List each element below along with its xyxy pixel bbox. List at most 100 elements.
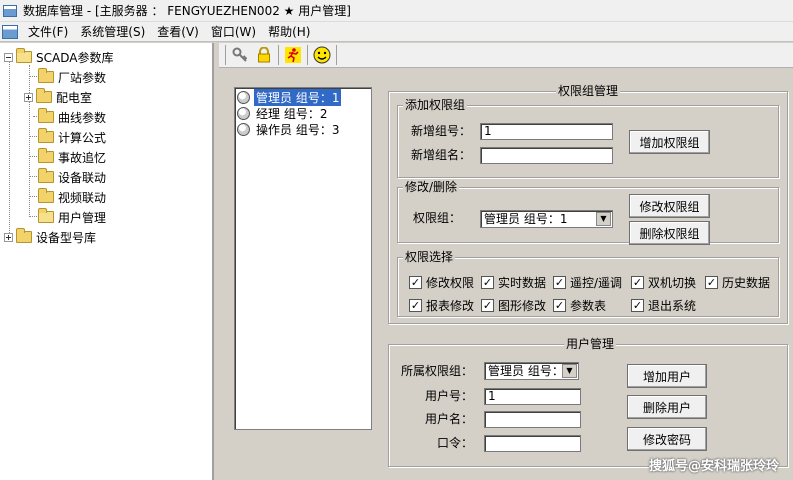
toolbar-separator <box>307 45 308 65</box>
user-mgmt-title: 用户管理 <box>564 337 617 351</box>
list-item[interactable]: 操作员 组号：3 <box>237 121 341 137</box>
checkbox-label: 图形修改 <box>498 299 547 313</box>
tree-node-device-model[interactable]: 设备型号库 <box>4 228 96 246</box>
tree-node-scada[interactable]: SCADA参数库 <box>4 48 113 66</box>
change-password-button[interactable]: 修改密码 <box>627 427 707 451</box>
tree-node-user-mgmt[interactable]: 用户管理 <box>38 208 106 226</box>
checkbox-label: 参数表 <box>570 299 607 313</box>
belong-group-label: 所属权限组： <box>401 364 474 378</box>
perm-checkbox[interactable]: ✓ 修改权限 <box>409 274 474 291</box>
checkbox-check-icon[interactable]: ✓ <box>553 299 566 312</box>
menu-help[interactable]: 帮助(H) <box>262 23 316 40</box>
perm-checkbox[interactable]: ✓ 图形修改 <box>481 297 546 314</box>
tree-line <box>29 136 37 137</box>
menu-view[interactable]: 查看(V) <box>151 23 205 40</box>
chevron-down-icon[interactable]: ▼ <box>562 364 577 378</box>
delete-user-button[interactable]: 删除用户 <box>627 395 707 419</box>
tree-node-label: 配电室 <box>56 90 93 105</box>
perm-checkbox[interactable]: ✓ 双机切换 <box>631 274 696 291</box>
tree-node-device-link[interactable]: 设备联动 <box>38 168 106 186</box>
folder-icon <box>36 88 52 103</box>
add-group-button[interactable]: 增加权限组 <box>629 130 710 154</box>
menu-system[interactable]: 系统管理(S) <box>74 23 151 40</box>
add-group-fieldset: 添加权限组 新增组号： 1 新增组名： 增加权限组 <box>397 98 779 178</box>
tree-node-video-link[interactable]: 视频联动 <box>38 188 106 206</box>
delete-group-button[interactable]: 删除权限组 <box>629 221 710 245</box>
user-id-input[interactable]: 1 <box>484 388 581 405</box>
new-group-id-input[interactable]: 1 <box>480 123 613 140</box>
tree-node-label: 设备型号库 <box>36 230 97 245</box>
folder-icon <box>38 68 54 83</box>
group-select[interactable]: 管理员 组号：1 ▼ <box>480 210 613 228</box>
chevron-down-icon[interactable]: ▼ <box>596 212 611 226</box>
menu-file[interactable]: 文件(F) <box>22 23 74 40</box>
checkbox-label: 遥控/遥调 <box>570 276 623 290</box>
perm-group-title: 权限组管理 <box>556 84 621 98</box>
tree-node-station[interactable]: 厂站参数 <box>38 68 106 86</box>
folder-open-icon <box>16 48 32 63</box>
perm-select-title: 权限选择 <box>403 250 456 264</box>
checkbox-check-icon[interactable]: ✓ <box>409 276 422 289</box>
new-group-id-label: 新增组号： <box>411 124 472 138</box>
list-item-label: 经理 组号：2 <box>256 106 328 121</box>
list-item[interactable]: 管理员 组号：1 <box>237 88 342 106</box>
group-list[interactable]: 管理员 组号：1 经理 组号：2 操作员 组号：3 <box>234 87 372 430</box>
tree-node-curve[interactable]: 曲线参数 <box>38 108 106 126</box>
checkbox-check-icon[interactable]: ✓ <box>631 276 644 289</box>
tree-node-accident[interactable]: 事故追忆 <box>38 148 106 166</box>
folder-icon <box>16 228 32 243</box>
belong-group-select[interactable]: 管理员 组号：1 ▼ <box>484 362 579 380</box>
checkbox-label: 实时数据 <box>498 276 547 290</box>
perm-checkbox[interactable]: ✓ 实时数据 <box>481 274 546 291</box>
perm-checkbox[interactable]: ✓ 遥控/遥调 <box>553 274 622 291</box>
perm-checkbox[interactable]: ✓ 退出系统 <box>631 297 696 314</box>
tree-node-formula[interactable]: 计算公式 <box>38 128 106 146</box>
perm-checkbox[interactable]: ✓ 历史数据 <box>705 274 770 291</box>
menu-window[interactable]: 窗口(W) <box>205 23 262 40</box>
tree-node-substation[interactable]: 配电室 <box>24 88 92 106</box>
perm-checkbox[interactable]: ✓ 报表修改 <box>409 297 474 314</box>
lock-icon[interactable] <box>252 44 276 66</box>
smiley-icon[interactable] <box>310 44 334 66</box>
folder-icon <box>38 148 54 163</box>
toolbar <box>219 43 793 68</box>
expand-icon[interactable] <box>4 232 13 242</box>
checkbox-check-icon[interactable]: ✓ <box>481 299 494 312</box>
new-group-name-input[interactable] <box>480 147 613 164</box>
title-bar: 数据库管理 - [主服务器 ： FENGYUEZHEN002 ★ 用户管理] <box>0 0 793 22</box>
key-icon[interactable] <box>228 44 252 66</box>
group-select-value: 管理员 组号：1 <box>484 212 568 226</box>
folder-icon <box>38 108 54 123</box>
user-group-icon <box>237 122 250 136</box>
tree-node-label: 曲线参数 <box>58 110 107 125</box>
menu-bar: 文件(F) 系统管理(S) 查看(V) 窗口(W) 帮助(H) <box>0 22 793 42</box>
list-item[interactable]: 经理 组号：2 <box>237 105 329 121</box>
modify-group-button[interactable]: 修改权限组 <box>629 194 710 218</box>
perm-group-fieldset: 权限组管理 添加权限组 新增组号： 1 新增组名： 增加权限组 修改/删除 权限… <box>388 84 788 324</box>
checkbox-check-icon[interactable]: ✓ <box>481 276 494 289</box>
expand-icon[interactable] <box>24 92 33 102</box>
folder-icon <box>38 188 54 203</box>
password-input[interactable] <box>484 435 581 452</box>
group-select-label: 权限组： <box>413 211 462 225</box>
document-icon[interactable] <box>2 24 18 39</box>
checkbox-check-icon[interactable]: ✓ <box>631 299 644 312</box>
user-name-input[interactable] <box>484 411 581 428</box>
tree-line <box>29 176 37 177</box>
list-item-label: 操作员 组号：3 <box>256 122 340 137</box>
tree-node-label: 视频联动 <box>58 190 107 205</box>
tree-line <box>29 196 37 197</box>
checkbox-check-icon[interactable]: ✓ <box>553 276 566 289</box>
checkbox-check-icon[interactable]: ✓ <box>409 299 422 312</box>
collapse-icon[interactable] <box>4 52 13 62</box>
add-group-title: 添加权限组 <box>403 98 468 112</box>
new-group-name-label: 新增组名： <box>411 148 472 162</box>
checkbox-check-icon[interactable]: ✓ <box>705 276 718 289</box>
folder-open-icon <box>38 208 54 223</box>
perm-checkbox[interactable]: ✓ 参数表 <box>553 297 606 314</box>
tree-node-label: SCADA参数库 <box>36 50 114 65</box>
running-man-icon[interactable] <box>281 44 305 66</box>
tree-node-label: 计算公式 <box>58 130 107 145</box>
add-user-button[interactable]: 增加用户 <box>627 364 707 388</box>
checkbox-label: 历史数据 <box>722 276 771 290</box>
